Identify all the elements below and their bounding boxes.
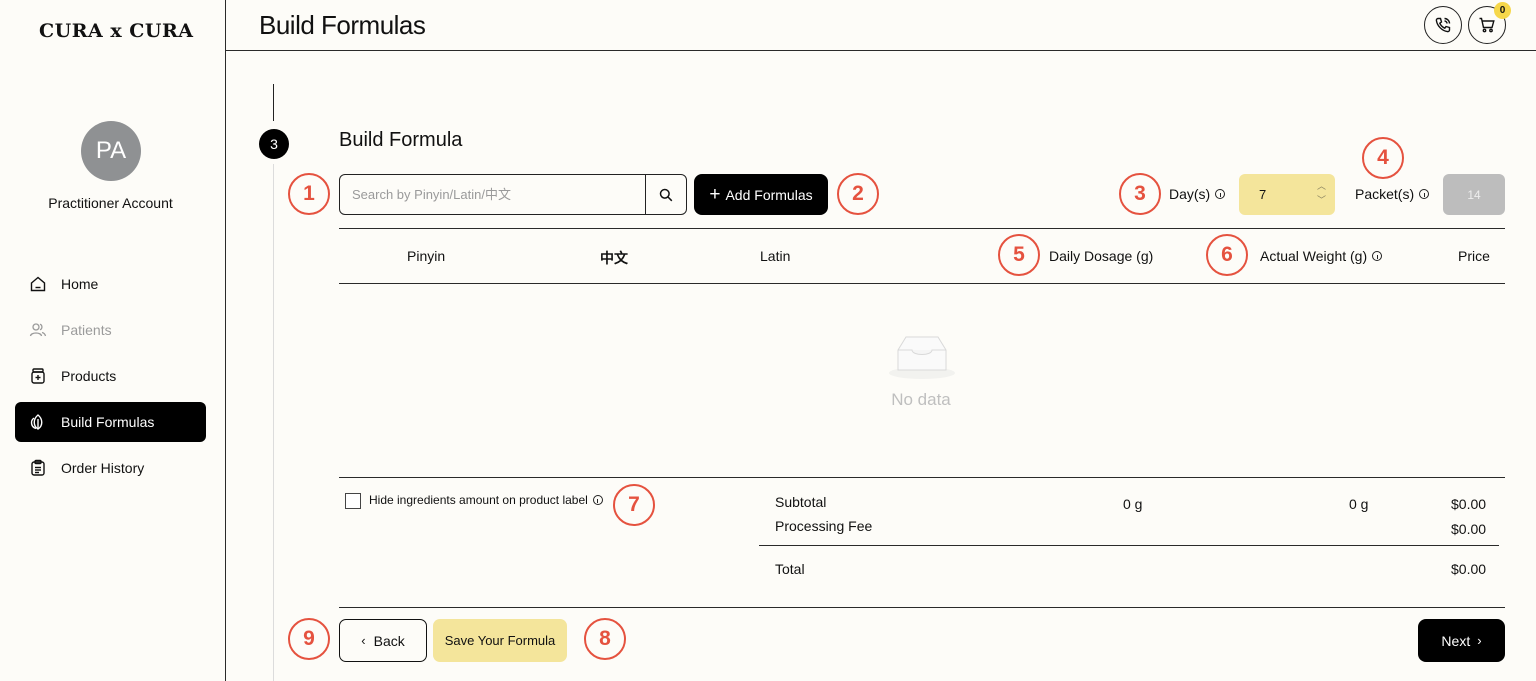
annotation-marker: 5: [998, 234, 1040, 276]
sidebar-item-label: Patients: [61, 322, 112, 338]
annotation-marker: 6: [1206, 234, 1248, 276]
column-header-pinyin: Pinyin: [407, 248, 446, 264]
chevron-up-icon[interactable]: ︿: [1317, 179, 1326, 193]
sidebar-item-label: Products: [61, 368, 117, 384]
annotation-marker: 9: [288, 618, 330, 660]
days-label: Day(s): [1169, 186, 1226, 202]
days-label-text: Day(s): [1169, 186, 1211, 202]
top-header: Build Formulas 0: [226, 0, 1536, 51]
sidebar-nav: Home Patients Products Build Formulas Or…: [15, 264, 206, 494]
chevron-left-icon: ‹: [361, 633, 366, 648]
save-formula-button[interactable]: Save Your Formula: [433, 619, 567, 662]
subtotal-dosage: 0 g: [1123, 496, 1143, 512]
info-icon[interactable]: [1372, 251, 1383, 261]
hide-amount-label-text: Hide ingredients amount on product label: [369, 493, 588, 507]
total-label: Total: [775, 561, 805, 577]
add-formulas-label: Add Formulas: [725, 186, 813, 203]
sidebar-item-products[interactable]: Products: [15, 356, 206, 396]
packets-label-text: Packet(s): [1355, 186, 1415, 202]
annotation-marker: 2: [837, 173, 879, 215]
processing-fee-price: $0.00: [1451, 521, 1487, 537]
cart-count-badge: 0: [1494, 2, 1511, 19]
section-title: Build Formula: [339, 129, 463, 151]
product-jar-icon: [31, 368, 45, 384]
sidebar-item-label: Build Formulas: [61, 414, 155, 430]
cart-button[interactable]: 0: [1468, 2, 1511, 44]
back-label: Back: [373, 632, 405, 649]
hide-amount-label: Hide ingredients amount on product label: [369, 493, 603, 507]
column-header-latin: Latin: [760, 248, 791, 264]
empty-inbox-icon: [889, 336, 955, 379]
leaves-icon: [30, 414, 43, 430]
annotation-marker: 3: [1119, 173, 1161, 215]
column-header-actual-weight: Actual Weight (g): [1260, 248, 1383, 264]
search-input[interactable]: [340, 175, 645, 214]
clipboard-icon: [31, 459, 45, 476]
account-name: Practitioner Account: [48, 195, 173, 211]
sidebar-item-patients[interactable]: Patients: [15, 310, 206, 350]
packets-label: Packet(s): [1355, 186, 1430, 202]
divider: [759, 545, 1499, 546]
home-icon: [30, 276, 46, 292]
empty-state-text: No data: [891, 390, 951, 409]
search-box: [339, 174, 687, 215]
phone-icon: [1435, 17, 1451, 33]
sidebar: CURA x CURA PA Practitioner Account Home…: [0, 0, 226, 681]
page-title: Build Formulas: [259, 10, 426, 40]
chevron-right-icon: ›: [1477, 633, 1482, 648]
info-icon[interactable]: [1419, 189, 1430, 199]
cart-icon: [1479, 17, 1495, 33]
phone-button[interactable]: [1424, 6, 1462, 44]
total-price: $0.00: [1451, 561, 1487, 577]
info-icon[interactable]: [592, 495, 603, 505]
next-button[interactable]: Next ›: [1418, 619, 1505, 662]
days-value: 7: [1259, 187, 1267, 202]
hide-amount-checkbox[interactable]: [345, 493, 361, 509]
column-header-actual-weight-text: Actual Weight (g): [1260, 248, 1368, 264]
days-stepper[interactable]: ︿ ﹀: [1317, 179, 1326, 207]
search-icon: [659, 188, 673, 201]
info-icon[interactable]: [1215, 189, 1226, 199]
annotation-marker: 4: [1362, 137, 1404, 179]
avatar[interactable]: PA: [81, 121, 141, 181]
sidebar-item-order-history[interactable]: Order History: [15, 448, 206, 488]
annotation-marker: 7: [613, 484, 655, 526]
add-formulas-button[interactable]: + Add Formulas: [694, 174, 828, 215]
step-connector: [273, 84, 274, 121]
divider: [339, 228, 1505, 229]
annotation-marker: 1: [288, 173, 330, 215]
chevron-down-icon[interactable]: ﹀: [1317, 193, 1326, 207]
divider: [339, 477, 1505, 478]
step-rail: [273, 164, 274, 681]
days-input[interactable]: 7 ︿ ﹀: [1239, 174, 1335, 215]
plus-icon: +: [709, 183, 721, 205]
divider: [339, 283, 1505, 284]
brand-logo[interactable]: CURA x CURA: [39, 20, 194, 42]
back-button[interactable]: ‹ Back: [339, 619, 427, 662]
subtotal-price: $0.00: [1451, 496, 1487, 512]
packets-input: 14: [1443, 174, 1505, 215]
sidebar-item-build-formulas[interactable]: Build Formulas: [15, 402, 206, 442]
processing-fee-label: Processing Fee: [775, 518, 873, 534]
sidebar-item-home[interactable]: Home: [15, 264, 206, 304]
sidebar-item-label: Order History: [61, 460, 145, 476]
subtotal-weight: 0 g: [1349, 496, 1369, 512]
column-header-chinese: 中文: [600, 250, 628, 266]
subtotal-label: Subtotal: [775, 494, 827, 510]
step-number: 3: [259, 129, 289, 159]
next-label: Next: [1441, 632, 1471, 649]
divider: [339, 607, 1505, 608]
column-header-daily-dosage: Daily Dosage (g): [1049, 248, 1154, 264]
column-header-price: Price: [1458, 248, 1490, 264]
sidebar-item-label: Home: [61, 276, 99, 292]
users-icon: [29, 323, 47, 337]
search-button[interactable]: [645, 175, 686, 214]
annotation-marker: 8: [584, 618, 626, 660]
